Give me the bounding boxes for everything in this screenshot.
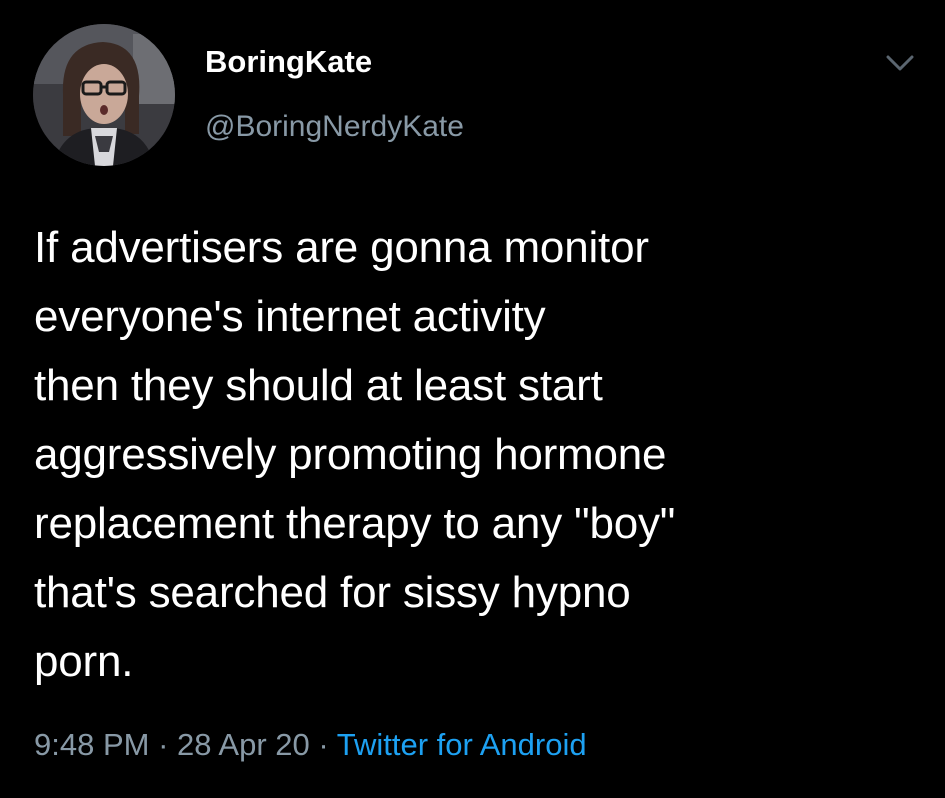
tweet-time[interactable]: 9:48 PM: [34, 727, 149, 762]
tweet-date[interactable]: 28 Apr 20: [177, 727, 310, 762]
tweet-source-link[interactable]: Twitter for Android: [337, 727, 587, 762]
display-name[interactable]: BoringKate: [205, 44, 372, 80]
meta-separator: ·: [149, 727, 178, 762]
tweet-meta: 9:48 PM · 28 Apr 20 · Twitter for Androi…: [34, 727, 587, 763]
avatar-image: [33, 24, 175, 166]
chevron-down-icon[interactable]: [884, 52, 916, 74]
tweet-card: BoringKate @BoringNerdyKate If advertise…: [0, 0, 945, 798]
meta-separator: ·: [309, 727, 337, 762]
avatar[interactable]: [33, 24, 175, 166]
user-handle[interactable]: @BoringNerdyKate: [205, 110, 464, 144]
tweet-text: If advertisers are gonna monitor everyon…: [34, 223, 676, 686]
